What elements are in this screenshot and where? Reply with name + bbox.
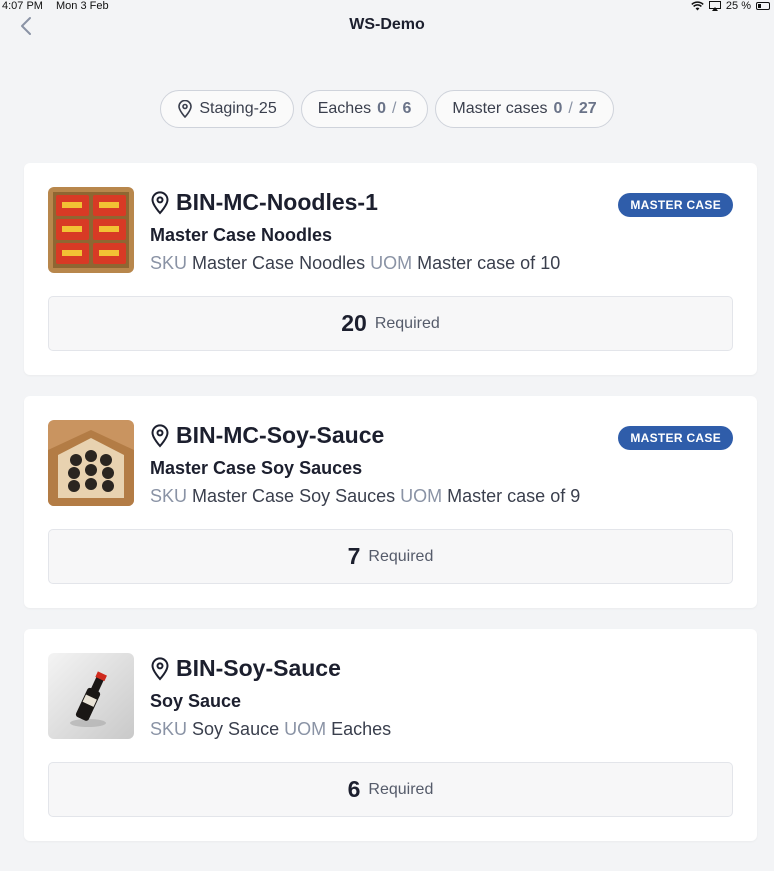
master-cases-total: 27 bbox=[578, 100, 597, 117]
sku-label: SKU bbox=[150, 253, 188, 273]
location-pin-icon bbox=[178, 100, 193, 118]
location-pin-icon bbox=[151, 423, 169, 447]
noodles-box-image bbox=[48, 187, 134, 273]
bin-name: BIN-Soy-Sauce bbox=[176, 655, 341, 681]
required-count: 7 bbox=[347, 543, 361, 569]
product-meta: SKU Soy Sauce UOM Eaches bbox=[150, 719, 391, 740]
sku-value: Master Case Noodles bbox=[192, 253, 366, 273]
product-meta: SKU Master Case Soy Sauces UOM Master ca… bbox=[150, 486, 580, 507]
nav-bar: WS-Demo bbox=[0, 12, 774, 42]
product-name: Master Case Soy Sauces bbox=[150, 458, 363, 478]
uom-label: UOM bbox=[284, 719, 327, 739]
product-meta: SKU Master Case Noodles UOM Master case … bbox=[150, 253, 560, 274]
uom-value: Master case of 9 bbox=[447, 486, 581, 506]
eaches-total: 6 bbox=[402, 100, 412, 117]
screen-mirroring-icon bbox=[708, 1, 721, 11]
page-title: WS-Demo bbox=[349, 16, 425, 33]
uom-value: Master case of 10 bbox=[417, 253, 561, 273]
bin-name: BIN-MC-Noodles-1 bbox=[176, 189, 378, 215]
soy-sauce-case-image bbox=[48, 420, 134, 506]
required-label: Required bbox=[368, 547, 434, 565]
status-right: 25 % bbox=[691, 0, 770, 12]
master-cases-separator: / bbox=[568, 100, 573, 117]
master-case-badge: MASTER CASE bbox=[618, 193, 733, 217]
uom-label: UOM bbox=[370, 253, 413, 273]
product-thumbnail bbox=[48, 653, 134, 739]
bin-location: BIN-MC-Noodles-1 bbox=[150, 189, 378, 216]
sku-value: Soy Sauce bbox=[192, 719, 280, 739]
pick-item-card[interactable]: BIN-MC-Soy-Sauce MASTER CASE Master Case… bbox=[24, 396, 757, 608]
required-label: Required bbox=[374, 314, 440, 332]
required-quantity[interactable]: 7 Required bbox=[48, 529, 733, 584]
master-cases-done: 0 bbox=[553, 100, 563, 117]
eaches-done: 0 bbox=[377, 100, 386, 117]
product-name: Soy Sauce bbox=[150, 691, 242, 711]
sku-label: SKU bbox=[150, 719, 188, 739]
battery-icon bbox=[756, 2, 770, 10]
location-chip[interactable]: Staging-25 bbox=[160, 90, 294, 128]
battery-percentage: 25 % bbox=[725, 0, 751, 12]
eaches-chip[interactable]: Eaches 0 / 6 bbox=[300, 90, 429, 128]
master-cases-chip-label: Master cases bbox=[452, 100, 548, 117]
summary-chips: Staging-25 Eaches 0 / 6 Master cases 0 /… bbox=[0, 90, 774, 128]
required-count: 6 bbox=[347, 776, 361, 802]
uom-label: UOM bbox=[400, 486, 443, 506]
sku-label: SKU bbox=[150, 486, 188, 506]
wifi-icon bbox=[691, 1, 704, 11]
soy-sauce-bottle-image bbox=[48, 653, 134, 739]
eaches-separator: / bbox=[392, 100, 397, 117]
master-case-badge: MASTER CASE bbox=[618, 426, 733, 450]
bin-name: BIN-MC-Soy-Sauce bbox=[176, 422, 385, 448]
pick-item-card[interactable]: BIN-Soy-Sauce Soy Sauce SKU Soy Sauce UO… bbox=[24, 629, 757, 841]
location-pin-icon bbox=[151, 190, 169, 214]
uom-value: Eaches bbox=[331, 719, 392, 739]
master-cases-chip[interactable]: Master cases 0 / 27 bbox=[435, 90, 614, 128]
bin-location: BIN-Soy-Sauce bbox=[150, 655, 341, 682]
required-quantity[interactable]: 20 Required bbox=[48, 296, 733, 351]
product-thumbnail bbox=[48, 187, 134, 273]
status-time: 4:07 PM bbox=[2, 0, 43, 12]
bin-location: BIN-MC-Soy-Sauce bbox=[150, 422, 384, 449]
pick-item-card[interactable]: BIN-MC-Noodles-1 MASTER CASE Master Case… bbox=[24, 163, 757, 375]
product-thumbnail bbox=[48, 420, 134, 506]
status-date: Mon 3 Feb bbox=[56, 0, 109, 12]
required-label: Required bbox=[368, 780, 434, 798]
eaches-chip-label: Eaches bbox=[317, 100, 372, 117]
required-quantity[interactable]: 6 Required bbox=[48, 762, 733, 817]
location-chip-label: Staging-25 bbox=[199, 100, 277, 117]
required-count: 20 bbox=[341, 310, 367, 336]
product-name: Master Case Noodles bbox=[150, 225, 333, 245]
location-pin-icon bbox=[151, 656, 169, 680]
sku-value: Master Case Soy Sauces bbox=[192, 486, 396, 506]
